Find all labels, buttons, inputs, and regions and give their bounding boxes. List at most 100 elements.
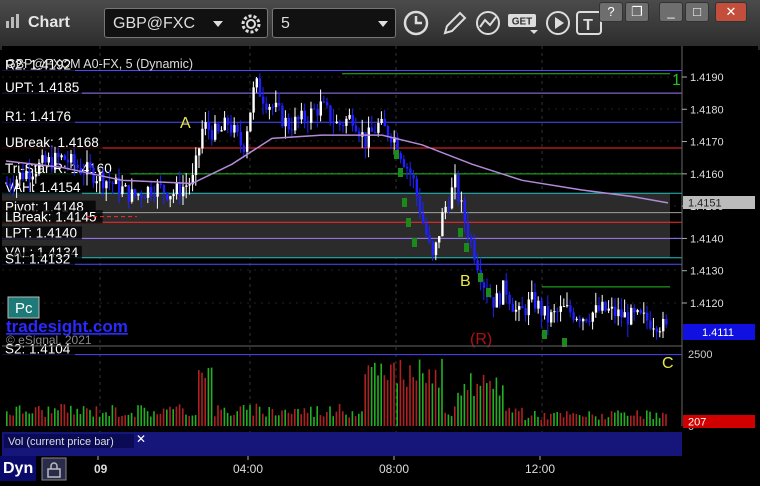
volume-bar [278,415,280,426]
clock-icon[interactable] [400,8,432,38]
candle-body [370,127,374,132]
volume-bar [44,417,46,426]
volume-bar [367,365,370,426]
volume-bar [390,364,392,426]
get-data-icon[interactable]: GET [506,8,540,38]
candle-body [15,179,18,188]
annotation-label: B [460,273,471,290]
minimize-button[interactable]: _ [659,2,683,22]
volume-bar [82,406,85,426]
study-icon[interactable] [472,8,504,38]
volume-bar [252,415,254,426]
candle-body [265,103,268,110]
volume-bar [6,411,8,426]
close-button[interactable]: ✕ [715,2,747,22]
volume-bar [54,408,56,426]
candle-body [610,306,614,309]
candle-body [41,155,44,163]
play-icon[interactable] [542,8,574,38]
volume-bar [319,415,322,426]
candle-body [239,131,242,146]
volume-bar [281,410,283,426]
chevron-down-icon [378,21,388,27]
chart-header: GBP@FXCM A0-FX, 5 (Dynamic) [6,57,193,71]
sequence-digit-mark [458,228,463,237]
maximize-button[interactable]: □ [685,2,709,22]
candle-body [460,200,463,202]
candle-body [354,125,358,132]
candle-body [505,280,508,295]
volume-bar [444,412,446,426]
volume-bar [575,413,578,426]
chevron-down-icon [213,21,223,27]
volume-bar [514,408,517,426]
volume-bar [63,404,66,426]
candle-body [146,186,150,198]
close-icon[interactable]: ✕ [136,432,146,446]
candle-body [134,189,137,196]
help-button[interactable]: ? [599,2,623,22]
volume-bar [188,416,190,426]
candle-body [524,308,527,316]
volume-bar [636,410,638,426]
volume-bar [354,416,357,426]
candle-body [249,112,252,132]
volume-bar [578,415,581,426]
volume-bar [604,419,606,426]
volume-bar [198,370,200,426]
symbol-combo[interactable]: GBP@FXC [104,8,268,38]
candle-body [169,196,172,200]
volume-bar [434,369,437,426]
sequence-digit-mark [464,243,469,252]
volume-bar [386,380,389,426]
volume-bar [15,406,18,426]
price-tick-label: 1.4130 [690,266,724,278]
gear-icon[interactable] [239,12,263,36]
volume-bar [178,404,181,426]
volume-bar [562,417,565,426]
volume-bar [66,412,69,426]
restore-button[interactable]: ❐ [625,2,649,22]
candle-body [262,96,265,104]
price-chart[interactable]: R2: 1.4192UPT: 1.4185R1: 1.4176UBreak: 1… [2,46,758,456]
pencil-icon[interactable] [438,8,470,38]
candle-body [70,154,73,163]
candle-body [626,312,630,325]
candle-body [111,182,114,184]
candle-body [306,121,310,123]
candle-body [342,124,345,126]
volume-bar [86,408,88,426]
level-label: LPT: 1.4140 [5,225,77,240]
volume-bar [310,406,312,426]
candle-body [402,159,406,168]
sequence-digit-mark [478,273,483,282]
volume-bar [172,409,174,426]
interval-combo[interactable]: 5 [272,8,396,38]
candle-body [338,121,342,125]
volume-bar [306,412,309,426]
volume-bar [98,416,101,426]
volume-bar [402,379,405,426]
volume-bar [639,416,642,426]
volume-bar [153,411,155,426]
volume-bar [505,410,507,426]
candle-body [614,306,617,317]
volume-bar [546,419,549,426]
candle-body [473,239,476,260]
candle-body [335,121,338,124]
candle-body [521,306,524,309]
volume-bar [630,415,632,426]
candle-body [182,186,185,197]
chart-area[interactable]: R2: 1.4192 UPT: 1.4185 R1: 1.4176 UBreak: 1… [2,46,758,456]
time-tick-label: 09 [94,462,108,476]
candle-body [162,185,166,193]
candle-body [582,319,585,322]
volume-bar [377,375,379,426]
candle-body [319,101,322,116]
volume-bar [454,406,456,426]
candle-body [201,128,204,149]
volume-bar [425,382,427,426]
candle-body [639,310,642,313]
candle-body [130,189,134,202]
app-title: Chart [6,14,70,32]
